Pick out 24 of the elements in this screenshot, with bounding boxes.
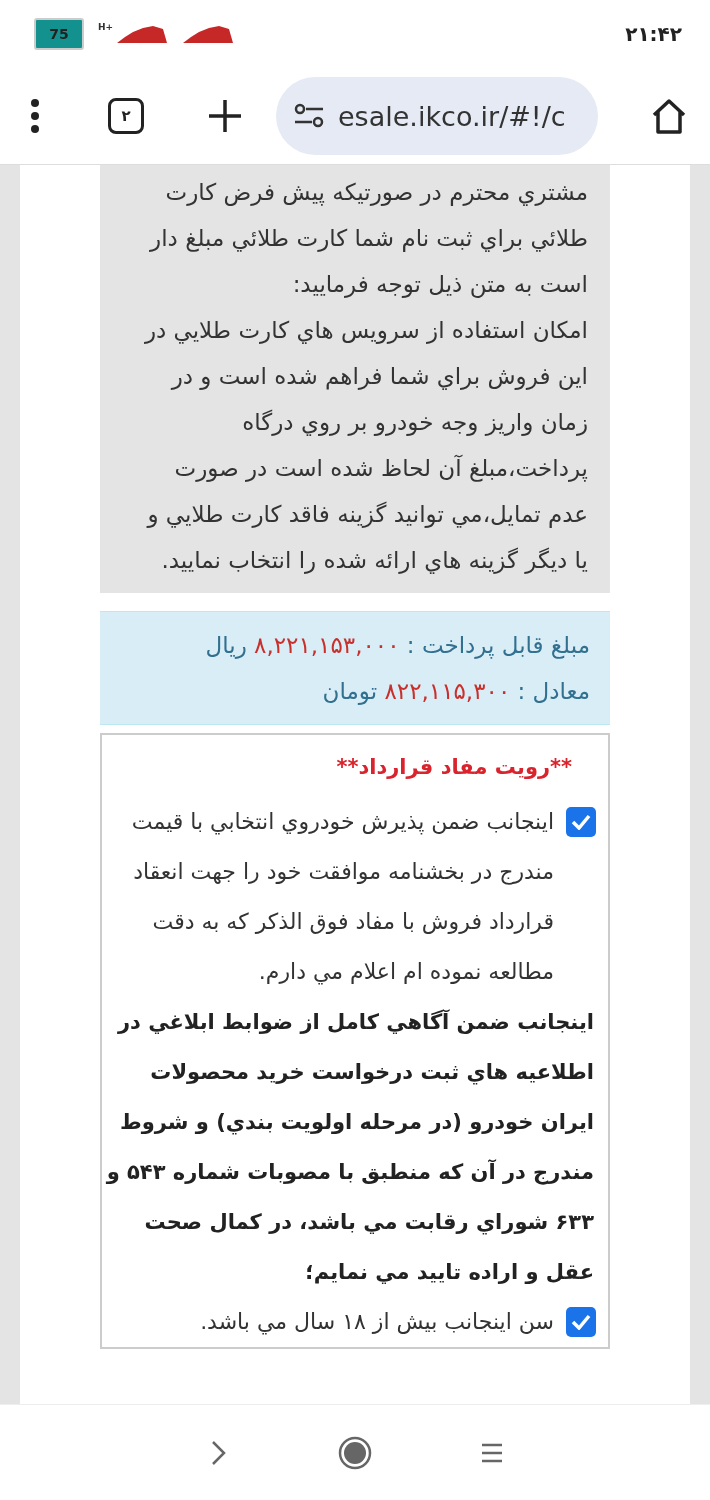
signal-icon	[181, 25, 234, 43]
more-icon[interactable]	[30, 99, 40, 133]
signal-icon	[115, 25, 168, 43]
clock: ۲۱:۴۲	[625, 22, 682, 46]
notice-text: امکان استفاده از سرويس هاي کارت طلايي در اين فروش براي شما فراهم شده است و در زمان واريز وجه خودرو بر روي درگاه پرداخت،مبلغ آن لحاظ شده است در صورت عدم تمايل،مي توانيد گزينه فاقد کارت طلايي و يا ديگر گزينه هاي ارائه شده را انتخاب نماييد.	[143, 316, 588, 576]
home-icon[interactable]	[650, 97, 688, 135]
notice-text: مشتري محترم در صورتيکه پيش فرض کارت طلائي براي ثبت نام شما کارت طلائي مبلغ دار است به متن ذيل توجه فرماييد:	[148, 178, 588, 300]
battery-icon: 75	[34, 18, 84, 50]
statement-text: اينجانب ضمن آگاهي کامل از ضوابط ابلاغي در اطلاعيه هاي ثبت درخواست خريد محصولات ايران خودرو (در مرحله اولويت بندي) و شروط مندرج در آن که منطبق با مصوبات شماره ۵۴۳ و ۶۳۳ شوراي رقابت مي باشد، در کمال صحت عقل و اراده تاييد مي نمايم؛	[106, 1008, 595, 1286]
agreement-text: اينجانب ضمن پذيرش خودروي انتخابي با قيمت مندرج در بخشنامه موافقت خود را جهت انعقاد قرارداد فروش با مفاد فوق الذکر که به دقت مطالعه نموده ام اعلام مي دارم.	[130, 808, 554, 987]
tab-count-button[interactable]: ۲	[108, 98, 144, 134]
check-icon	[571, 814, 591, 830]
contract-title: **رويت مفاد قرارداد**	[335, 754, 572, 781]
home-circle-icon[interactable]	[338, 1435, 372, 1470]
agreement-text: سن اينجانب بيش از ۱۸ سال مي باشد.	[200, 1308, 554, 1337]
address-bar[interactable]: esale.ikco.ir/#!/c	[276, 77, 598, 155]
amount-line: مبلغ قابل پرداخت : ۸,۲۲۱,۱۵۳,۰۰۰ ريال	[204, 631, 590, 661]
new-tab-icon[interactable]	[208, 99, 242, 133]
site-settings-icon[interactable]	[294, 103, 324, 129]
check-icon	[571, 1314, 591, 1330]
amount-line: معادل : ۸۲۲,۱۱۵,۳۰۰ تومان	[321, 677, 590, 707]
network-type: H+	[98, 22, 114, 32]
checkbox[interactable]	[566, 1307, 596, 1337]
checkbox[interactable]	[566, 807, 596, 837]
